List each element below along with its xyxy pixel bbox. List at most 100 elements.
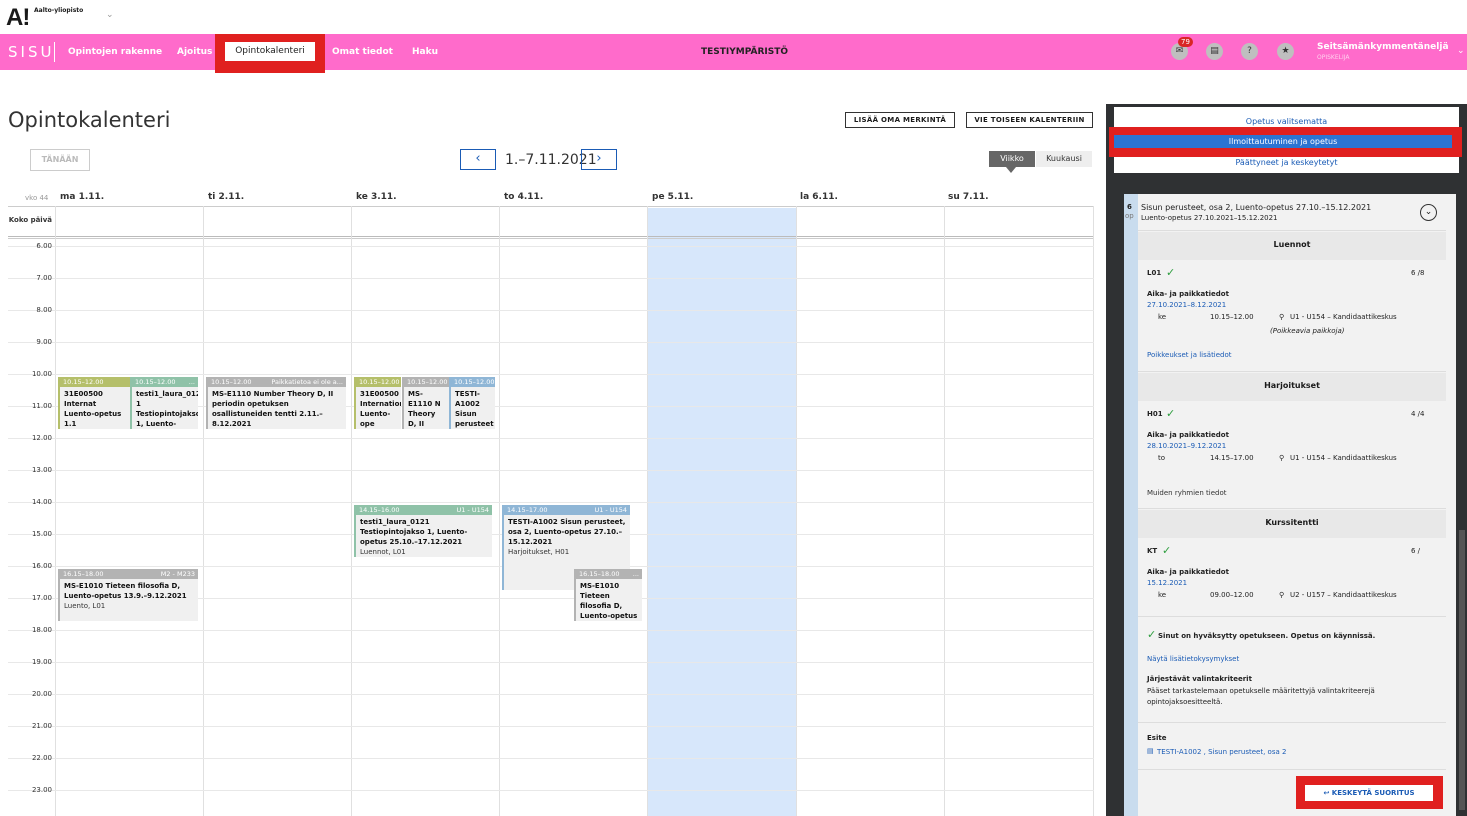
calendar-event[interactable]: 10.15–12.00 Paikkatietoa ei ole a... MS-E1… <box>206 377 346 429</box>
weekday: ke <box>1158 591 1167 599</box>
hour-label: 13.00 <box>31 466 52 474</box>
day-header: la 6.11. <box>800 192 838 202</box>
hour-line <box>8 470 1094 471</box>
column-divider <box>647 206 648 816</box>
calendar-event[interactable]: 10.15–12.00... testi1_laura_012 1 Testiop… <box>130 377 198 429</box>
hour-line <box>8 310 1094 311</box>
section-exam: Kurssitentti <box>1138 510 1446 538</box>
event-time-text: 10.15–12.00 <box>135 378 176 386</box>
hour-label: 14.00 <box>31 498 52 506</box>
brochure-title: Esite <box>1147 734 1167 742</box>
nav-item-timing[interactable]: Ajoitus <box>177 47 212 57</box>
criteria-text: Pääset tarkastelemaan opetukselle määrit… <box>1147 687 1375 695</box>
main-navigation: SISU Opintojen rakenne Ajoitus Opintokal… <box>0 34 1467 73</box>
hour-line <box>8 694 1094 695</box>
star-icon[interactable]: ★ <box>1277 43 1294 60</box>
time: 09.00–12.00 <box>1210 591 1254 599</box>
calendar-event[interactable]: 16.15–18.00 M2 - M233 MS-E1010 Tieteen fil… <box>58 569 198 621</box>
aalto-logo[interactable]: A! <box>6 4 30 32</box>
section-lectures: Luennot <box>1138 232 1446 260</box>
event-body: TESTI-A1002 Sisun perusteet <box>451 387 495 429</box>
calendar-event[interactable]: 10.15–12.00 31E00500 Internation Luento-o… <box>354 377 401 429</box>
scrollbar[interactable] <box>1459 530 1465 810</box>
time-place-label: Aika- ja paikkatiedot <box>1147 568 1229 576</box>
location: U1 - U154 – Kandidaattikeskus <box>1290 454 1397 462</box>
tab-not-selected[interactable]: Opetus valitsematta <box>1114 117 1459 126</box>
show-questions-link[interactable]: Näytä lisätietokysymykset <box>1147 655 1239 663</box>
other-groups-link[interactable]: Muiden ryhmien tiedot <box>1147 489 1227 497</box>
tab-enrollment[interactable]: Ilmoittautuminen ja opetus <box>1114 135 1452 148</box>
nav-item-search[interactable]: Haku <box>412 47 438 57</box>
user-menu-chevron-icon[interactable]: ⌄ <box>1457 46 1465 56</box>
credits-unit: op <box>1125 212 1134 220</box>
divider <box>1138 616 1446 617</box>
check-icon: ✓ <box>1162 544 1172 557</box>
document-icon[interactable]: ▤ <box>1206 43 1223 60</box>
course-subtitle: Luento-opetus 27.10.2021–15.12.2021 <box>1141 214 1278 222</box>
page-title: Opintokalenteri <box>8 108 171 132</box>
calendar-event[interactable]: 10.15–12.00 TESTI-A1002 Sisun perusteet <box>449 377 495 429</box>
prev-week-icon[interactable]: ‹ <box>460 149 496 170</box>
hour-line <box>8 630 1094 631</box>
tab-month[interactable]: Kuukausi <box>1036 151 1092 167</box>
event-body: TESTI-A1002 Sisun perusteet, osa 2, Luen… <box>504 515 630 557</box>
event-location: M2 - M233 <box>160 570 195 578</box>
calendar-event[interactable]: 16.15–18.00... MS-E1010 Tieteen filosofia… <box>574 569 642 621</box>
hour-line <box>8 246 1094 247</box>
hour-label: 22.00 <box>31 754 52 762</box>
check-icon: ✓ <box>1147 628 1157 641</box>
event-title: testi1_laura_0121 Testiopintojakso 1, Lu… <box>360 518 468 546</box>
day-header: su 7.11. <box>948 192 989 202</box>
calendar-event[interactable]: 10.15–12.00 MS-E1110 N Theory D, II perio… <box>402 377 449 429</box>
divider <box>1138 371 1446 372</box>
event-time: 10.15–12.00 Paikkatietoa ei ole a... <box>208 377 346 387</box>
today-button[interactable]: TÄNÄÄN <box>30 149 90 171</box>
brochure-link[interactable]: TESTI-A1002 , Sisun perusteet, osa 2 <box>1157 748 1286 756</box>
event-title: 31E00500 Internation Luento-ope 1.11.–16… <box>360 390 401 428</box>
chevron-down-icon[interactable]: ⌄ <box>106 10 114 20</box>
abort-button-label: KESKEYTÄ SUORITUS <box>1331 789 1415 797</box>
exceptions-link[interactable]: Poikkeukset ja lisätiedot <box>1147 351 1232 359</box>
university-name: Aalto-yliopisto <box>34 7 84 14</box>
user-name[interactable]: Seitsämänkymmentäneljä <box>1317 42 1449 52</box>
event-body: MS-E1110 N Theory D, II periodin op osal… <box>404 387 449 429</box>
nav-item-calendar[interactable]: Opintokalenteri <box>225 42 315 61</box>
day-header: to 4.11. <box>504 192 544 202</box>
event-body: MS-E1010 Tieteen filosofia D, Luento-ope… <box>576 579 642 621</box>
divider <box>1138 769 1446 770</box>
weekday: ke <box>1158 313 1167 321</box>
divider <box>1138 722 1446 723</box>
tab-finished[interactable]: Päättyneet ja keskeytetyt <box>1114 158 1459 167</box>
event-time: 10.15–12.00 <box>404 377 449 387</box>
sisu-logo[interactable]: SISU <box>8 43 54 61</box>
export-calendar-button[interactable]: VIE TOISEEN KALENTERIIN <box>966 112 1093 128</box>
page: A! Aalto-yliopisto ⌄ SISU Opintojen rake… <box>0 0 1467 816</box>
calendar-event[interactable]: 10.15–12.00 31E00500 Internat Luento-opet… <box>58 377 130 429</box>
hour-line <box>8 726 1094 727</box>
group-name: L01 <box>1147 269 1162 277</box>
event-time-text: 10.15–12.00 <box>454 378 495 386</box>
event-time: 14.15–17.00 U1 - U154 <box>504 505 630 515</box>
abort-enrollment-button[interactable]: ↩ KESKEYTÄ SUORITUS <box>1305 785 1433 801</box>
calendar-event[interactable]: 14.15–16.00 U1 - U154 testi1_laura_0121 Te… <box>354 505 492 557</box>
next-week-icon[interactable]: › <box>581 149 617 170</box>
event-title: MS-E1010 Tieteen filosofia D, Luento-ope… <box>580 582 638 620</box>
event-location: U1 - U154 <box>594 506 627 514</box>
event-body: MS-E1110 Number Theory D, II periodin op… <box>208 387 346 429</box>
collapse-chevron-icon[interactable]: ⌄ <box>1420 204 1437 221</box>
nav-item-profile[interactable]: Omat tiedot <box>332 47 393 57</box>
column-divider <box>796 206 797 816</box>
event-title: 31E00500 Internat Luento-opetus 1.1 <box>64 390 122 428</box>
event-time-text: 14.15–17.00 <box>507 506 548 514</box>
check-icon: ✓ <box>1166 266 1176 279</box>
nav-item-structure[interactable]: Opintojen rakenne <box>68 47 162 57</box>
event-title: MS-E1110 N Theory D, II periodin op osal… <box>408 390 441 428</box>
hour-line <box>8 662 1094 663</box>
hour-line <box>8 790 1094 791</box>
add-entry-button[interactable]: LISÄÄ OMA MERKINTÄ <box>845 112 955 128</box>
hour-label: 11.00 <box>31 402 52 410</box>
accepted-message: Sinut on hyväksytty opetukseen. Opetus o… <box>1158 632 1376 640</box>
location-pin-icon: ⚲ <box>1279 591 1285 599</box>
tab-week[interactable]: Viikko <box>989 151 1035 167</box>
help-icon[interactable]: ? <box>1241 43 1258 60</box>
